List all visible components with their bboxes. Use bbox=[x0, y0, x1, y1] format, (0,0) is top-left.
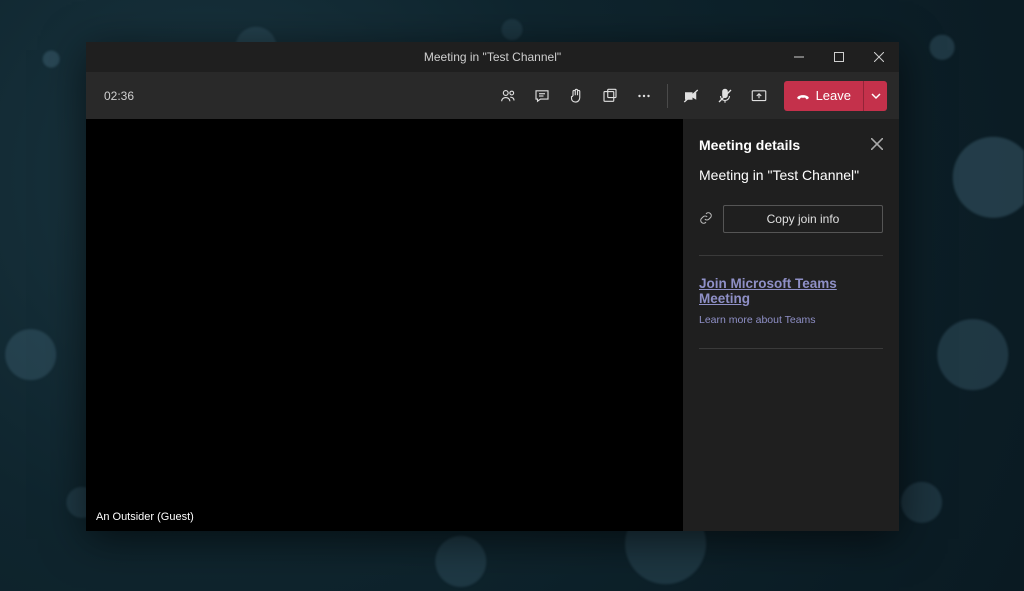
camera-off-icon bbox=[682, 87, 700, 105]
meeting-name: Meeting in "Test Channel" bbox=[699, 167, 883, 183]
more-icon bbox=[635, 87, 653, 105]
maximize-button[interactable] bbox=[819, 42, 859, 72]
meeting-window: Meeting in "Test Channel" 02:36 bbox=[86, 42, 899, 531]
minimize-icon bbox=[794, 52, 804, 62]
meeting-timer: 02:36 bbox=[104, 89, 134, 103]
hangup-icon bbox=[796, 89, 810, 103]
share-icon bbox=[750, 87, 768, 105]
panel-divider bbox=[699, 348, 883, 349]
chat-icon bbox=[533, 87, 551, 105]
close-icon bbox=[871, 138, 883, 150]
close-icon bbox=[874, 52, 884, 62]
toolbar-actions bbox=[493, 81, 659, 111]
titlebar: Meeting in "Test Channel" bbox=[86, 42, 899, 72]
copy-join-row: Copy join info bbox=[699, 205, 883, 233]
toolbar-divider bbox=[667, 84, 668, 108]
chevron-down-icon bbox=[871, 91, 881, 101]
leave-group: Leave bbox=[784, 81, 887, 111]
panel-header: Meeting details bbox=[699, 137, 883, 153]
more-actions-button[interactable] bbox=[629, 81, 659, 111]
minimize-button[interactable] bbox=[779, 42, 819, 72]
learn-more-link[interactable]: Learn more about Teams bbox=[699, 314, 883, 326]
maximize-icon bbox=[834, 52, 844, 62]
leave-label: Leave bbox=[816, 88, 851, 103]
participants-button[interactable] bbox=[493, 81, 523, 111]
close-button[interactable] bbox=[859, 42, 899, 72]
breakout-rooms-button[interactable] bbox=[595, 81, 625, 111]
panel-title: Meeting details bbox=[699, 137, 800, 153]
panel-divider bbox=[699, 255, 883, 256]
mic-toggle-button[interactable] bbox=[710, 81, 740, 111]
camera-toggle-button[interactable] bbox=[676, 81, 706, 111]
leave-button[interactable]: Leave bbox=[784, 81, 863, 111]
chat-button[interactable] bbox=[527, 81, 557, 111]
meeting-details-panel: Meeting details Meeting in "Test Channel… bbox=[683, 119, 899, 531]
copy-join-info-button[interactable]: Copy join info bbox=[723, 205, 883, 233]
raise-hand-button[interactable] bbox=[561, 81, 591, 111]
rooms-icon bbox=[601, 87, 619, 105]
share-screen-button[interactable] bbox=[744, 81, 774, 111]
window-title: Meeting in "Test Channel" bbox=[86, 50, 899, 64]
hand-icon bbox=[567, 87, 585, 105]
video-stage: An Outsider (Guest) bbox=[86, 119, 683, 531]
link-icon bbox=[699, 211, 713, 228]
leave-options-button[interactable] bbox=[863, 81, 887, 111]
meeting-toolbar: 02:36 bbox=[86, 72, 899, 119]
mic-off-icon bbox=[716, 87, 734, 105]
people-icon bbox=[499, 87, 517, 105]
window-controls bbox=[779, 42, 899, 72]
content-area: An Outsider (Guest) Meeting details Meet… bbox=[86, 119, 899, 531]
close-panel-button[interactable] bbox=[871, 138, 883, 153]
toolbar-media bbox=[676, 81, 774, 111]
join-meeting-link[interactable]: Join Microsoft Teams Meeting bbox=[699, 276, 883, 306]
participant-name-label: An Outsider (Guest) bbox=[96, 511, 194, 523]
